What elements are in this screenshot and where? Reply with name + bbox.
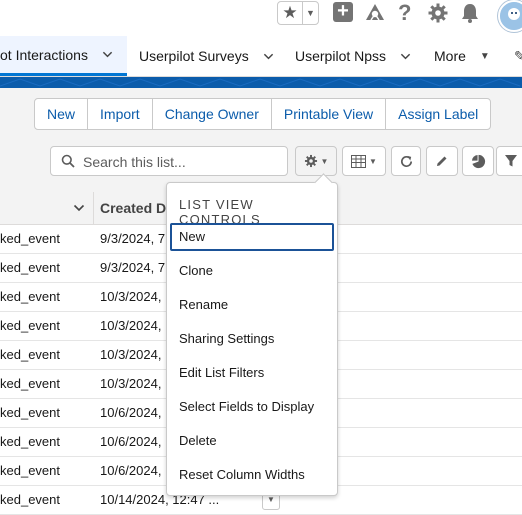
inline-edit-button[interactable] bbox=[426, 146, 458, 176]
global-header: ★ ▼ + ? bbox=[0, 0, 522, 36]
event-name-cell[interactable]: ked_event bbox=[0, 370, 60, 398]
nav-tab-label: ot Interactions bbox=[0, 46, 88, 63]
charts-button[interactable] bbox=[462, 146, 494, 176]
column-header-event[interactable] bbox=[0, 192, 94, 224]
list-view-area: New Import Change Owner Printable View A… bbox=[0, 88, 522, 515]
created-date-cell: 10/3/2024, bbox=[100, 347, 162, 362]
gear-icon bbox=[304, 154, 317, 168]
app-navigation: ot Interactions Userpilot Surveys Userpi… bbox=[0, 36, 522, 77]
help-icon[interactable]: ? bbox=[398, 0, 411, 26]
event-name-cell[interactable]: ked_event bbox=[0, 254, 60, 282]
event-name-cell[interactable]: ked_event bbox=[0, 457, 60, 485]
menu-item-edit-list-filters[interactable]: Edit List Filters bbox=[170, 359, 334, 387]
search-icon bbox=[61, 154, 75, 168]
column-header-created-date[interactable]: Created Da bbox=[100, 192, 174, 224]
avatar[interactable] bbox=[498, 0, 522, 32]
menu-item-select-fields[interactable]: Select Fields to Display bbox=[170, 393, 334, 421]
change-owner-button[interactable]: Change Owner bbox=[153, 99, 272, 129]
event-name-cell[interactable]: ked_event bbox=[0, 486, 60, 514]
filter-icon bbox=[505, 155, 517, 167]
gear-icon[interactable] bbox=[427, 2, 449, 29]
chevron-down-icon[interactable] bbox=[73, 203, 85, 213]
menu-item-delete[interactable]: Delete bbox=[170, 427, 334, 455]
refresh-icon bbox=[400, 155, 412, 167]
created-date-cell: 9/3/2024, 7 bbox=[100, 231, 166, 246]
assign-label-button[interactable]: Assign Label bbox=[386, 99, 490, 129]
event-name-cell[interactable]: ked_event bbox=[0, 312, 60, 340]
menu-item-clone[interactable]: Clone bbox=[170, 257, 334, 285]
chevron-down-icon[interactable]: ▼ bbox=[303, 2, 318, 24]
menu-item-reset-column-widths[interactable]: Reset Column Widths bbox=[170, 461, 334, 489]
import-button[interactable]: Import bbox=[88, 99, 153, 129]
caret-down-icon: ▼ bbox=[369, 156, 377, 166]
menu-item-sharing-settings[interactable]: Sharing Settings bbox=[170, 325, 334, 353]
nav-tab-npss[interactable]: Userpilot Npss bbox=[295, 36, 411, 76]
created-date-cell: 10/6/2024, bbox=[100, 463, 162, 478]
nav-tab-label: More bbox=[434, 48, 466, 64]
chevron-down-icon[interactable] bbox=[263, 51, 274, 62]
refresh-button[interactable] bbox=[391, 146, 421, 176]
table-icon bbox=[351, 154, 367, 168]
display-as-button[interactable]: ▼ bbox=[342, 146, 386, 176]
event-name-cell[interactable]: ked_event bbox=[0, 283, 60, 311]
printable-view-button[interactable]: Printable View bbox=[272, 99, 387, 129]
star-icon[interactable]: ★ bbox=[278, 2, 303, 24]
trailhead-icon[interactable] bbox=[364, 1, 386, 28]
favorites-group: ★ ▼ bbox=[277, 1, 319, 25]
nav-tab-more[interactable]: More ▼ bbox=[434, 36, 490, 76]
filter-button[interactable] bbox=[496, 146, 522, 176]
event-name-cell[interactable]: ked_event bbox=[0, 225, 60, 253]
list-actions: New Import Change Owner Printable View A… bbox=[34, 98, 492, 130]
plus-icon[interactable]: + bbox=[333, 1, 353, 22]
list-view-controls-menu: LIST VIEW CONTROLS New Clone Rename Shar… bbox=[166, 173, 338, 496]
nav-tab-label: Userpilot Npss bbox=[295, 48, 387, 64]
search-input[interactable] bbox=[81, 151, 285, 173]
created-date-cell: 10/3/2024, bbox=[100, 376, 162, 391]
created-date-cell: 10/3/2024, bbox=[100, 289, 162, 304]
new-button[interactable]: New bbox=[35, 99, 89, 129]
event-name-cell[interactable]: ked_event bbox=[0, 428, 60, 456]
pencil-icon bbox=[437, 156, 447, 166]
list-search[interactable] bbox=[50, 146, 288, 176]
bell-icon[interactable] bbox=[459, 2, 481, 29]
menu-item-rename[interactable]: Rename bbox=[170, 291, 334, 319]
created-date-cell: 10/6/2024, bbox=[100, 434, 162, 449]
chevron-down-icon[interactable] bbox=[102, 49, 113, 60]
pie-chart-icon bbox=[471, 154, 485, 168]
menu-item-new[interactable]: New bbox=[170, 223, 334, 251]
created-date-cell: 9/3/2024, 7 bbox=[100, 260, 166, 275]
event-name-cell[interactable]: ked_event bbox=[0, 399, 60, 427]
caret-down-icon: ▼ bbox=[320, 156, 329, 166]
pencil-icon[interactable]: ✎ bbox=[514, 48, 522, 65]
nav-tab-interactions[interactable]: ot Interactions bbox=[0, 36, 127, 76]
menu-notch bbox=[314, 173, 333, 192]
brand-band bbox=[0, 77, 522, 88]
created-date-cell: 10/3/2024, bbox=[100, 318, 162, 333]
chevron-down-icon[interactable] bbox=[400, 51, 411, 62]
event-name-cell[interactable]: ked_event bbox=[0, 341, 60, 369]
nav-tab-label: Userpilot Surveys bbox=[139, 48, 249, 64]
created-date-cell: 10/6/2024, bbox=[100, 405, 162, 420]
caret-down-icon: ▼ bbox=[479, 50, 490, 62]
list-view-controls-button[interactable]: ▼ bbox=[295, 146, 337, 176]
nav-tab-surveys[interactable]: Userpilot Surveys bbox=[139, 36, 274, 76]
